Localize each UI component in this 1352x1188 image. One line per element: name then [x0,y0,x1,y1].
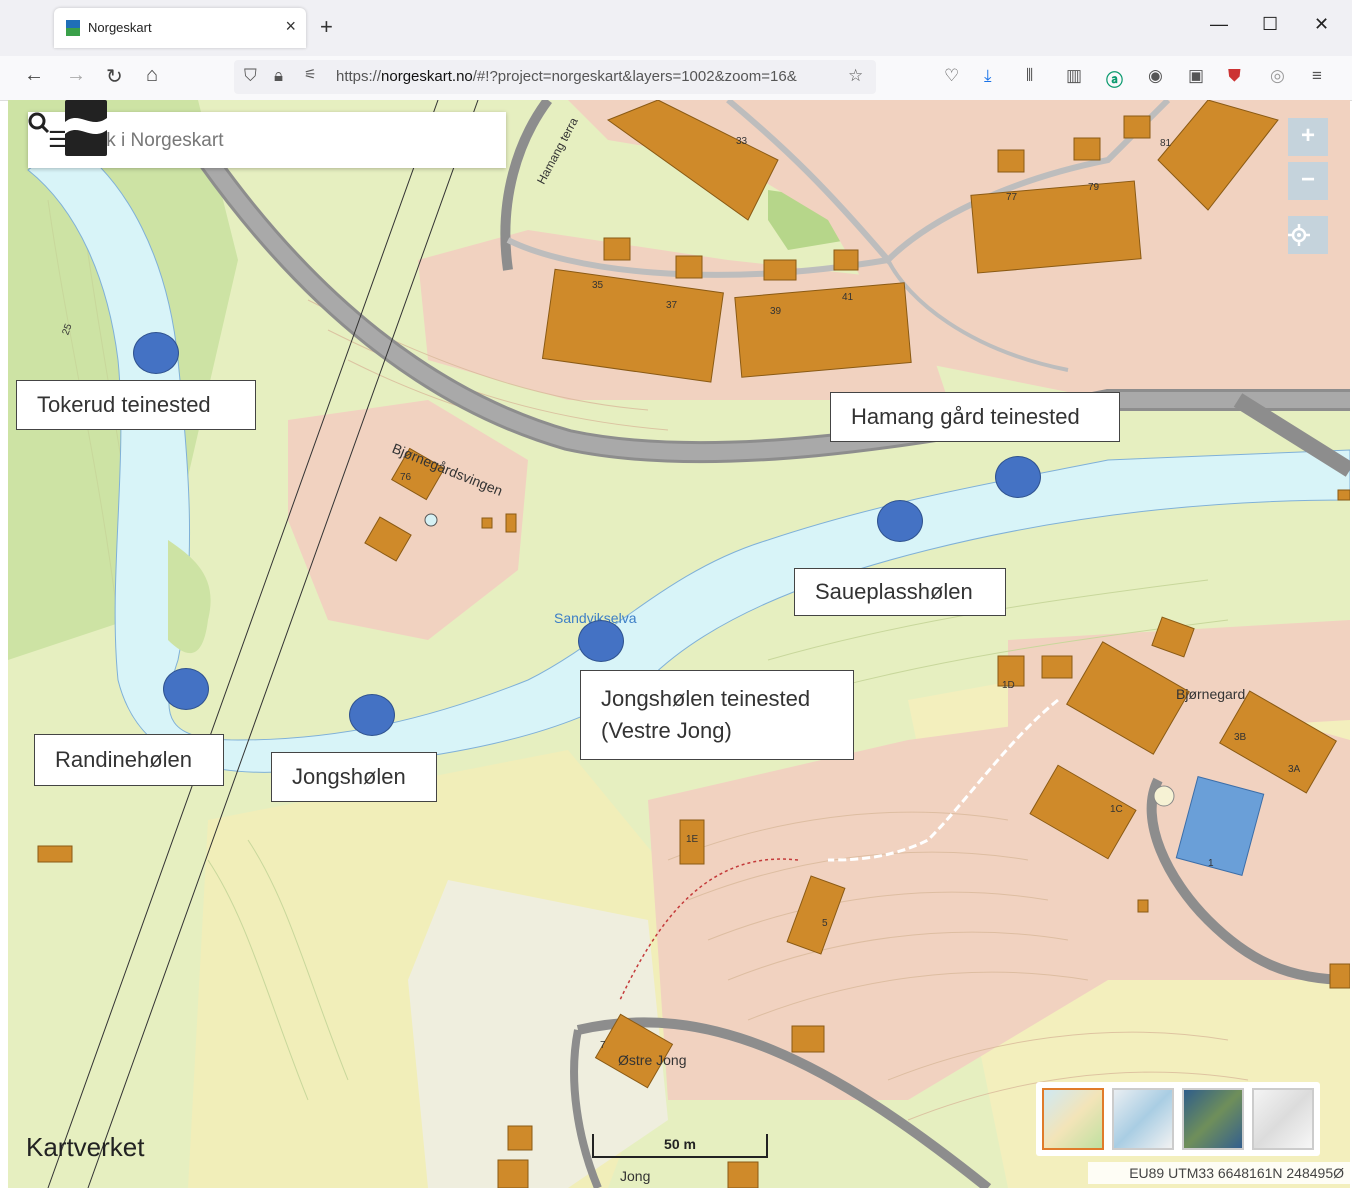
address-bar[interactable]: ⛉ 🔒︎ ⚟ https://norgeskart.no/#!?project=… [234,60,876,94]
house-number: 33 [736,136,748,147]
house-number: 1 [1208,858,1214,869]
basemap-simple[interactable] [1252,1088,1314,1150]
url-text[interactable]: https://norgeskart.no/#!?project=norgesk… [336,68,842,85]
house-number: 3A [1288,764,1301,775]
sidebar-icon[interactable]: ▥ [1066,66,1082,86]
new-tab-button[interactable]: + [320,14,333,40]
minimize-icon[interactable]: — [1210,14,1228,35]
navigation-toolbar: ← → ↻ ⌂ ⛉ 🔒︎ ⚟ https://norgeskart.no/#!?… [0,56,1352,101]
account-icon[interactable]: ◎ [1270,66,1285,86]
kartverket-logo-icon [65,100,107,156]
extension-badge-icon[interactable]: ⛊ [1228,66,1241,86]
bookmark-star-icon[interactable]: ☆ [848,66,863,86]
menu-hamburger-icon[interactable]: ≡ [1312,66,1322,86]
house-number: 41 [842,292,854,303]
close-window-icon[interactable]: ✕ [1314,14,1329,35]
label-line: (Vestre Jong) [601,718,732,743]
scale-label: 50 m [664,1136,696,1152]
shield-icon[interactable]: ⛉ [244,66,257,86]
label-jongsholen-teinested: Jongshølen teinested (Vestre Jong) [580,670,854,760]
search-input[interactable] [80,126,444,156]
fishing-spot-marker[interactable] [578,620,624,662]
back-arrow-icon[interactable]: ← [24,64,44,87]
label-tokerud: Tokerud teinested [16,380,256,430]
tab-title: Norgeskart [88,20,152,35]
library-icon[interactable]: ⫴ [1026,66,1033,86]
permissions-icon[interactable]: ⚟ [304,66,317,83]
coordinate-readout: EU89 UTM33 6648161N 248495Ø [1088,1162,1350,1184]
extension-camera-icon[interactable]: ▣ [1188,66,1204,86]
norgeskart-favicon-icon [66,20,80,36]
label-hamang: Hamang gård teinested [830,392,1120,442]
label-saueplass: Saueplasshølen [794,568,1006,616]
scale-bar: 50 m [592,1134,768,1158]
crosshair-icon [1288,224,1310,246]
house-number: 37 [666,300,678,311]
close-tab-icon[interactable]: × [285,16,296,37]
place-label: Jong [620,1168,651,1184]
forward-arrow-icon[interactable]: → [66,64,86,87]
fishing-spot-marker[interactable] [163,668,209,710]
house-number: 39 [770,306,782,317]
home-icon[interactable]: ⌂ [146,64,158,87]
extension-search-icon[interactable]: ◉ [1148,66,1163,86]
house-number: 1C [1110,804,1123,815]
house-number: 35 [592,280,604,291]
locate-button[interactable] [1288,216,1328,254]
house-number: 77 [1006,192,1018,203]
browser-window: Norgeskart × + — ☐ ✕ ← → ↻ ⌂ ⛉ 🔒︎ ⚟ http… [0,0,1352,1188]
fishing-spot-marker[interactable] [349,694,395,736]
house-number: 79 [1088,182,1100,193]
label-randine: Randinehølen [34,734,224,786]
reload-icon[interactable]: ↻ [106,64,123,89]
download-icon[interactable]: ⤓ [984,66,992,86]
label-jongsholen: Jongshølen [271,752,437,802]
house-number: 1D [1002,680,1015,691]
zoom-in-button[interactable]: + [1288,118,1328,156]
basemap-topo[interactable] [1042,1088,1104,1150]
maximize-icon[interactable]: ☐ [1262,14,1278,35]
fishing-spot-marker[interactable] [877,500,923,542]
house-number: 76 [400,472,412,483]
fishing-spot-marker[interactable] [995,456,1041,498]
map-viewport[interactable]: Bjørnegårdsvingen Hamang terra Sandvikse… [8,100,1350,1188]
extension-a-icon[interactable]: ⓐ [1106,66,1123,91]
basemap-switcher [1036,1082,1320,1156]
place-label: Bjørnegard [1176,686,1246,702]
house-number: 7 [600,1040,606,1051]
place-label: Østre Jong [618,1052,687,1068]
lock-icon[interactable]: 🔒︎ [274,66,283,86]
label-line: Jongshølen teinested [601,686,811,711]
search-icon[interactable] [28,112,50,134]
map-canvas[interactable] [8,100,1350,1188]
house-number: 81 [1160,138,1172,149]
house-number: 5 [822,918,828,929]
house-number: 3B [1234,732,1247,743]
pocket-icon[interactable]: ♡ [944,66,959,86]
basemap-aerial[interactable] [1182,1088,1244,1150]
tab-bar: Norgeskart × + — ☐ ✕ [0,0,1352,56]
fishing-spot-marker[interactable] [133,332,179,374]
tab-norgeskart[interactable]: Norgeskart × [54,8,306,48]
kartverket-logo-text: Kartverket [26,1132,145,1162]
basemap-grey[interactable] [1112,1088,1174,1150]
zoom-out-button[interactable]: − [1288,162,1328,200]
house-number: 1E [686,834,699,845]
